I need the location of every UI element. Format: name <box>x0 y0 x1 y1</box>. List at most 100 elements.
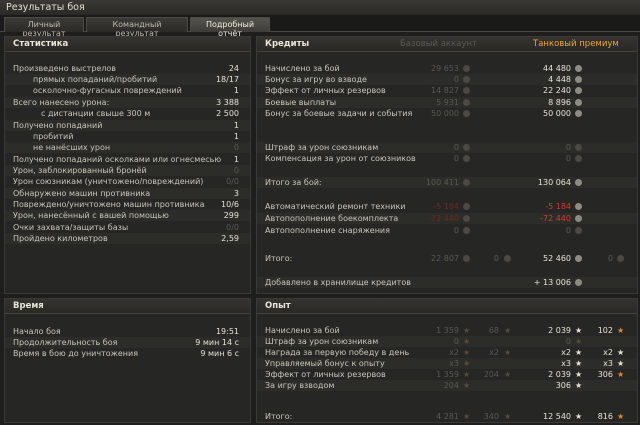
xp-star-icon: ★ <box>463 381 471 390</box>
credits-vault-row: Добавлено в хранилище кредитов + 13 006 <box>257 277 637 288</box>
free-xp-star-icon: ★ <box>504 412 512 421</box>
free-xp-star-icon: ★ <box>504 326 512 335</box>
stat-value: 2,59 <box>221 234 239 243</box>
credits-total-premium: 52 460 <box>543 254 571 263</box>
credits-total-premium-gold: 0 <box>607 254 613 263</box>
time-value: 9 мин 14 с <box>195 338 239 347</box>
credit-coin-icon <box>575 87 582 94</box>
credit-coin-icon <box>463 110 470 117</box>
credit-coin-icon <box>575 227 582 234</box>
stat-label: Обнаружено машин противника <box>13 189 151 198</box>
xp-star-icon: ★ <box>463 412 471 421</box>
xp-basic-value: 204 <box>443 381 459 390</box>
xp-total-basic-free: 340 <box>483 412 499 421</box>
credits-row: Автопополнение боекомплекта -72 440 -72 44… <box>257 213 637 224</box>
window-title: Результаты боя <box>0 0 640 15</box>
credits-basic-value: 14 827 <box>431 86 459 95</box>
xp-basic-free-value: 68 <box>488 326 499 335</box>
time-label: Время в бою до уничтожения <box>13 349 139 358</box>
gold-coin-icon <box>504 255 511 262</box>
tab-personal-result[interactable]: Личный результат <box>4 17 84 38</box>
credit-coin-icon <box>463 76 470 83</box>
credits-premium-value: -5 184 <box>545 202 571 211</box>
xp-basic-free-value: x2 <box>489 348 499 357</box>
credit-coin-icon <box>575 99 582 106</box>
xp-star-icon: ★ <box>575 370 583 379</box>
credit-coin-icon <box>463 87 470 94</box>
credits-premium-value: 0 <box>565 143 571 152</box>
time-row: Продолжительность боя 9 мин 14 с <box>5 337 250 348</box>
stat-label: Всего нанесено урона: <box>13 98 110 107</box>
xp-basic-value: 1 359 <box>436 326 459 335</box>
credit-coin-icon <box>575 76 582 83</box>
credits-premium-value: 4 448 <box>548 75 571 84</box>
time-row: Начало боя 19:51 <box>5 326 250 337</box>
stat-label: Повреждено/уничтожено машин противника <box>13 200 205 209</box>
xp-star-icon: ★ <box>575 359 583 368</box>
tab-team-result[interactable]: Командный результат <box>86 17 188 38</box>
xp-label: Штраф за урон союзникам <box>265 337 379 346</box>
xp-total-basic: 4 281 <box>436 412 459 421</box>
xp-total-premium: 12 540 <box>543 412 571 421</box>
stat-value: 24 <box>228 64 239 73</box>
stat-row: Получено попаданий осколками или огнесме… <box>5 154 250 165</box>
credits-total-basic-gold: 0 <box>493 254 499 263</box>
xp-star-icon: ★ <box>575 348 583 357</box>
credits-label: Компенсация за урон от союзников <box>265 154 416 163</box>
credits-row: Автопополнение снаряжения 0 0 <box>257 225 637 236</box>
credits-premium-value: 8 896 <box>548 98 571 107</box>
xp-label: Награда за первую победу в день <box>265 348 410 357</box>
xp-premium-value: 0 <box>565 337 571 346</box>
xp-premium-value: 306 <box>555 381 571 390</box>
stat-value: 1 <box>233 86 239 95</box>
credits-premium-value: 22 240 <box>543 86 571 95</box>
tab-bar: Личный результат Командный результат Под… <box>0 15 640 38</box>
xp-total-label: Итого: <box>265 412 293 421</box>
stat-label: не нанёсших урон <box>33 143 111 152</box>
stat-row: Очки захвата/защиты базы 0/0 <box>5 222 250 233</box>
credits-total-row: Итого: 22 807 0 52 460 0 <box>257 253 637 264</box>
credits-row: Штраф за урон союзникам 0 0 <box>257 142 637 153</box>
credits-label: Эффект от личных резервов <box>265 86 386 95</box>
credit-coin-icon <box>463 65 470 72</box>
credit-coin-icon <box>575 144 582 151</box>
xp-row: Управляемый бонус к опыту x3 ★ x3 ★ x3 ★ <box>257 358 637 369</box>
stat-row: Получено попаданий 1 <box>5 120 250 131</box>
time-value: 19:51 <box>215 327 239 336</box>
stat-row: Пройдено километров 2,59 <box>5 233 250 244</box>
statistics-title: Статистика <box>5 37 250 52</box>
xp-total-premium-free: 816 <box>597 412 613 421</box>
stat-label: Урон, заблокированный бронёй <box>13 166 147 175</box>
credits-premium-value: 44 480 <box>543 64 571 73</box>
credits-basic-value: 50 000 <box>431 109 459 118</box>
credits-basic-value: 0 <box>453 154 459 163</box>
xp-premium-value: x2 <box>561 348 571 357</box>
credit-coin-icon <box>463 215 470 222</box>
credit-coin-icon <box>575 255 582 262</box>
stat-label: Произведено выстрелов <box>13 64 117 73</box>
xp-label: Эффект от личных резервов <box>265 370 386 379</box>
free-xp-star-icon: ★ <box>504 370 512 379</box>
credit-coin-icon <box>463 155 470 162</box>
credit-coin-icon <box>575 155 582 162</box>
stat-label: Пройдено километров <box>13 234 108 243</box>
stat-value: 1 <box>233 132 239 141</box>
credit-coin-icon <box>463 203 470 210</box>
credit-coin-icon <box>575 215 582 222</box>
stat-row: осколочно-фугасных повреждений 1 <box>5 85 250 96</box>
xp-star-icon: ★ <box>575 326 583 335</box>
free-xp-star-icon: ★ <box>617 370 625 379</box>
credits-label: Штраф за урон союзникам <box>265 143 379 152</box>
tab-detailed-report[interactable]: Подробный отчёт <box>190 17 270 38</box>
col-tank-premium: Танковый премиум <box>533 39 619 49</box>
time-panel: Время Начало боя 19:51 Продолжительность б… <box>4 298 251 423</box>
credits-label: Автоматический ремонт техники <box>265 202 406 211</box>
xp-basic-value: 1 359 <box>436 370 459 379</box>
stat-row: пробитий 1 <box>5 131 250 142</box>
credits-vault-value: + 13 006 <box>533 278 571 287</box>
stat-label: прямых попаданий/пробитий <box>33 75 158 84</box>
xp-basic-value: 0 <box>453 337 459 346</box>
free-xp-star-icon: ★ <box>504 348 512 357</box>
credit-coin-icon <box>463 99 470 106</box>
credits-row: Бонус за игру во взводе 0 4 448 <box>257 74 637 85</box>
